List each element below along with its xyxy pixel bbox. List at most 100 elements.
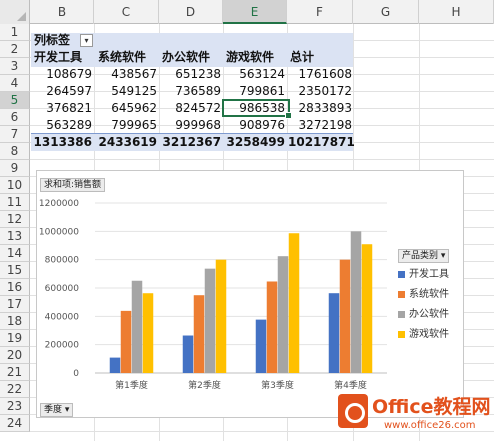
pivot-cell[interactable]: 645962 [95,100,157,117]
row-header-17[interactable]: 17 [0,296,30,313]
legend-item[interactable]: 开发工具 [398,265,449,280]
pivot-total-cell[interactable]: 10217871 [288,134,355,151]
pivot-cell[interactable]: 264597 [32,83,92,100]
column-header-f[interactable]: F [287,0,353,24]
column-header-g[interactable]: G [353,0,419,24]
row-header-9[interactable]: 9 [0,160,30,177]
pivot-cell[interactable]: 376821 [32,100,92,117]
bar [339,259,351,373]
pivot-cell[interactable]: 108679 [32,66,92,83]
pivot-header-grand-total[interactable]: 总计 [290,49,314,66]
y-tick-label: 200000 [45,341,80,351]
row-header-22[interactable]: 22 [0,381,30,398]
pivot-cell[interactable]: 799965 [95,117,157,134]
pivot-cell[interactable]: 651238 [161,66,221,83]
bar [361,244,373,373]
pivot-cell[interactable]: 563289 [32,117,92,134]
row-header-20[interactable]: 20 [0,347,30,364]
legend-label: 游戏软件 [409,329,449,340]
legend-swatch [398,270,405,278]
watermark-url: www.office26.com [384,420,476,431]
bar [193,295,205,373]
pivot-header-office-software[interactable]: 办公软件 [162,49,210,66]
filter-dropdown-icon[interactable]: ▾ [80,34,93,47]
axis-field-label: 季度 [44,405,63,415]
active-cell-e5[interactable] [222,99,292,119]
row-gridline [30,159,494,160]
pivot-total-cell[interactable]: 3212367 [161,134,221,151]
pivot-cell[interactable]: 824572 [161,100,221,117]
pivot-header-game-software[interactable]: 游戏软件 [226,49,274,66]
pivot-cell[interactable]: 563124 [225,66,285,83]
pivot-total-cell[interactable]: 2433619 [95,134,157,151]
legend-item[interactable]: 系统软件 [398,285,449,300]
bar [277,256,289,373]
y-tick-label: 800000 [45,256,80,266]
row-header-5[interactable]: 5 [0,92,30,109]
bar [255,319,267,373]
row-header-12[interactable]: 12 [0,211,30,228]
legend-swatch [398,290,405,298]
dropdown-arrow-icon: ▾ [64,405,70,415]
pivot-header-system-software[interactable]: 系统软件 [98,49,146,66]
column-header-b[interactable]: B [31,0,94,24]
y-tick-label: 1200000 [39,199,79,209]
legend-label: 办公软件 [409,309,449,320]
legend-field-button[interactable]: 产品类别 ▾ [398,249,450,263]
bar [131,280,143,373]
y-tick-label: 400000 [45,312,80,322]
site-watermark: Office教程网 www.office26.com [336,388,494,441]
pivot-cell[interactable]: 736589 [161,83,221,100]
column-header-d[interactable]: D [159,0,223,24]
pivot-cell[interactable]: 549125 [95,83,157,100]
spreadsheet[interactable]: B C D E F G H 1 2 3 4 5 6 7 8 9 10 11 12 13 14 15 16 17 1… [0,0,494,441]
bar [120,310,132,373]
pivot-cell[interactable]: 999968 [161,117,221,134]
axis-field-button[interactable]: 季度 ▾ [40,403,74,417]
column-labels-caption[interactable]: 列标签 [34,32,70,49]
x-category-label: 第1季度 [115,379,148,391]
row-header-3[interactable]: 3 [0,58,30,75]
bar [350,231,362,373]
pivot-header-dev-tools[interactable]: 开发工具 [34,49,82,66]
row-header-19[interactable]: 19 [0,330,30,347]
row-header-15[interactable]: 15 [0,262,30,279]
column-header-row: B C D E F G H [0,0,494,24]
row-header-24[interactable]: 24 [0,415,30,432]
row-header-7[interactable]: 7 [0,126,30,143]
pivot-total-cell[interactable]: 3258499 [225,134,285,151]
pivot-cell[interactable]: 908976 [225,117,285,134]
column-header-c[interactable]: C [94,0,159,24]
pivot-cell[interactable]: 2350172 [288,83,352,100]
legend-field-label: 产品类别 [402,251,439,261]
bar [204,268,216,373]
column-header-e[interactable]: E [223,0,287,24]
row-header-23[interactable]: 23 [0,398,30,415]
legend-item[interactable]: 游戏软件 [398,325,449,340]
pivot-total-cell[interactable]: 1313386 [32,134,92,151]
pivot-cell[interactable]: 2833893 [288,100,352,117]
row-header-2[interactable]: 2 [0,41,30,58]
select-all-corner[interactable] [0,0,30,24]
row-header-6[interactable]: 6 [0,109,30,126]
row-header-11[interactable]: 11 [0,194,30,211]
bar [266,281,278,373]
row-header-8[interactable]: 8 [0,143,30,160]
y-tick-label: 0 [73,369,79,379]
column-header-h[interactable]: H [419,0,494,24]
row-header-1[interactable]: 1 [0,24,30,41]
row-header-4[interactable]: 4 [0,75,30,92]
row-header-21[interactable]: 21 [0,364,30,381]
pivot-cell[interactable]: 799861 [225,83,285,100]
pivot-cell[interactable]: 1761608 [288,66,352,83]
row-header-10[interactable]: 10 [0,177,30,194]
legend-item[interactable]: 办公软件 [398,305,449,320]
pivot-cell[interactable]: 3272198 [288,117,352,134]
row-header-14[interactable]: 14 [0,245,30,262]
row-header-16[interactable]: 16 [0,279,30,296]
row-header-18[interactable]: 18 [0,313,30,330]
row-header-13[interactable]: 13 [0,228,30,245]
office-logo-icon [338,394,368,428]
y-tick-label: 1000000 [39,227,79,237]
pivot-cell[interactable]: 438567 [95,66,157,83]
